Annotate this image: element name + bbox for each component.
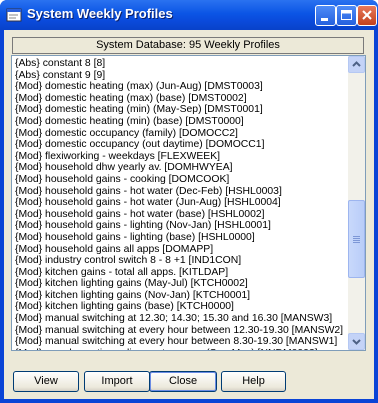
scroll-up-button[interactable]: [348, 56, 365, 73]
list-item[interactable]: {Mod} household gains - lighting (Nov-Ja…: [15, 220, 349, 232]
list-item[interactable]: {Mod} flexiworking - weekdays [FLEXWEEK]: [15, 151, 349, 163]
scroll-down-arrow-icon: [352, 339, 361, 345]
close-window-button[interactable]: [357, 5, 377, 26]
close-icon: [362, 10, 372, 20]
scroll-down-button[interactable]: [348, 333, 365, 350]
list-item[interactable]: {Mod} household gains - hot water (Jun-A…: [15, 197, 349, 209]
list-item[interactable]: {Mod} domestic heating (max) (Jun-Aug) […: [15, 81, 349, 93]
list-item[interactable]: {Mod} kitchen lighting gains (May-Jul) […: [15, 278, 349, 290]
help-button[interactable]: Help: [221, 371, 286, 392]
list-item[interactable]: {Mod} manual switching at every hour bet…: [15, 325, 349, 337]
list-item[interactable]: {Mod} kitchen gains - total all apps. [K…: [15, 267, 349, 279]
list-item[interactable]: {Mod} household gains - hot water (base)…: [15, 209, 349, 221]
list-item[interactable]: {Mod} household gains - cooking [DOMCOOK…: [15, 174, 349, 186]
scroll-up-arrow-icon: [352, 61, 361, 67]
list-item[interactable]: {Mod} household gains - hot water (Dec-F…: [15, 186, 349, 198]
list-item[interactable]: {Mod} household gains - lighting (base) …: [15, 232, 349, 244]
import-button[interactable]: Import: [84, 371, 150, 392]
database-summary-label: System Database: 95 Weekly Profiles: [12, 37, 364, 54]
list-item[interactable]: {Mod} non-domestic cooling-system oper (…: [15, 348, 349, 350]
title-bar[interactable]: System Weekly Profiles: [0, 0, 378, 30]
app-window-icon[interactable]: [6, 7, 22, 23]
list-item[interactable]: {Mod} domestic occupancy (family) [DOMOC…: [15, 128, 349, 140]
weekly-profiles-listbox[interactable]: {Abs} constant 8 [8] {Abs} constant 9 [9]…: [11, 55, 366, 351]
list-item[interactable]: {Abs} constant 8 [8]: [15, 58, 349, 70]
close-button[interactable]: Close: [149, 371, 217, 392]
list-item[interactable]: {Mod} household dhw yearly av. [DOMHWYEA…: [15, 162, 349, 174]
list-item[interactable]: {Mod} domestic occupancy (out daytime) […: [15, 139, 349, 151]
thumb-grip: [353, 240, 360, 242]
maximize-button[interactable]: [336, 5, 357, 26]
minimize-icon: [321, 18, 328, 21]
list-item[interactable]: {Mod} kitchen lighting gains (base) [KTC…: [15, 301, 349, 313]
list-item[interactable]: {Mod} manual switching at every hour bet…: [15, 336, 349, 348]
list-item[interactable]: {Mod} industry control switch 8 - 8 +1 […: [15, 255, 349, 267]
dialog-body: System Database: 95 Weekly Profiles {Abs…: [4, 30, 374, 399]
window-title: System Weekly Profiles: [27, 6, 173, 21]
scroll-thumb[interactable]: [348, 200, 365, 279]
list-item[interactable]: {Mod} kitchen lighting gains (Nov-Jan) […: [15, 290, 349, 302]
maximize-icon: [341, 10, 352, 20]
thumb-grip: [353, 242, 360, 244]
list-item[interactable]: {Abs} constant 9 [9]: [15, 70, 349, 82]
list-item[interactable]: {Mod} domestic heating (min) (May-Sep) […: [15, 104, 349, 116]
thumb-grip: [353, 236, 360, 238]
list-item[interactable]: {Mod} household gains all apps [DOMAPP]: [15, 244, 349, 256]
vertical-scrollbar[interactable]: [348, 56, 365, 350]
system-weekly-profiles-window: System Weekly Profiles System Database: …: [0, 0, 378, 403]
profile-list: {Abs} constant 8 [8] {Abs} constant 9 [9]…: [15, 58, 349, 350]
list-item[interactable]: {Mod} domestic heating (max) (base) [DMS…: [15, 93, 349, 105]
list-item[interactable]: {Mod} domestic heating (min) (base) [DMS…: [15, 116, 349, 128]
minimize-button[interactable]: [315, 5, 336, 26]
list-item[interactable]: {Mod} manual switching at 12.30; 14.30; …: [15, 313, 349, 325]
view-button[interactable]: View: [13, 371, 79, 392]
thumb-grip: [353, 238, 360, 240]
